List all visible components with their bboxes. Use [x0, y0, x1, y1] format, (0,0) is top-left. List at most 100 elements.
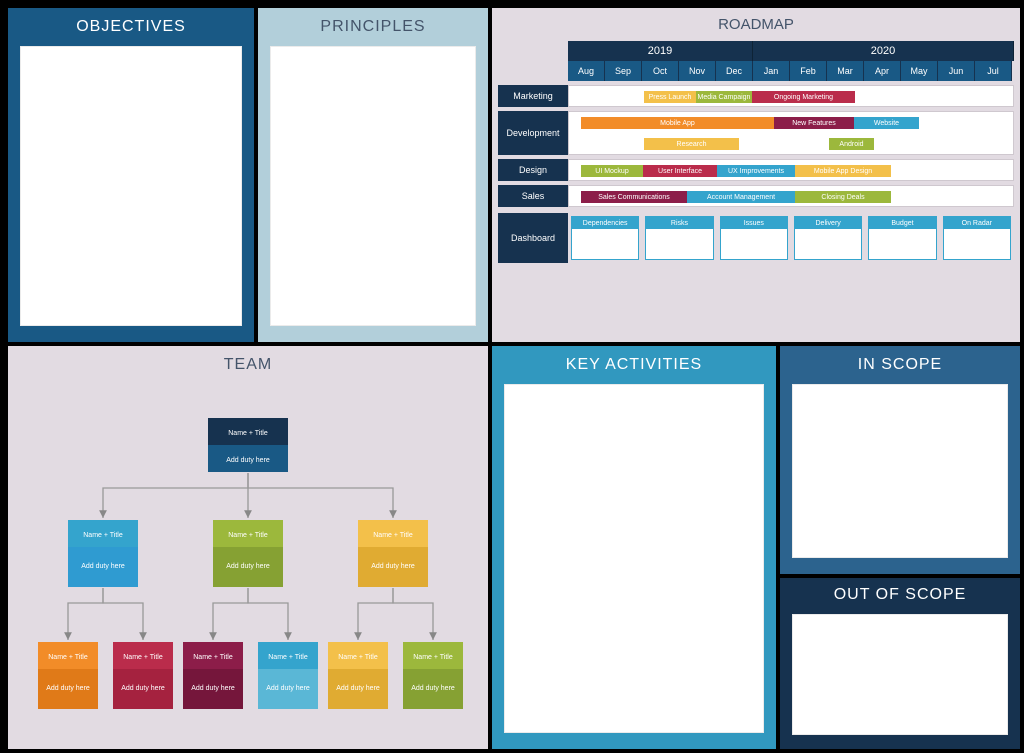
- month-jun: Jun: [938, 61, 975, 81]
- dashboard-card-header: Delivery: [795, 217, 861, 229]
- org-duty: Add duty here: [121, 685, 165, 692]
- org-name: Name + Title: [373, 532, 413, 539]
- org-name: Name + Title: [268, 654, 308, 661]
- month-feb: Feb: [790, 61, 827, 81]
- org-name: Name + Title: [338, 654, 378, 661]
- roadmap-year-row: 2019 2020: [568, 41, 1014, 61]
- org-name: Name + Title: [83, 532, 123, 539]
- roadmap-row-marketing: Marketing Press Launch Media Campaign On…: [498, 85, 1014, 107]
- roadmap-row-label: Development: [498, 111, 568, 155]
- dashboard-card-header: On Radar: [944, 217, 1010, 229]
- month-mar: Mar: [827, 61, 864, 81]
- dashboard-card-header: Dependencies: [572, 217, 638, 229]
- in-scope-title: IN SCOPE: [858, 356, 942, 374]
- roadmap-row-body[interactable]: Press Launch Media Campaign Ongoing Mark…: [568, 85, 1014, 107]
- org-node-l3c[interactable]: Name + Title Add duty here: [183, 642, 243, 709]
- org-name: Name + Title: [228, 532, 268, 539]
- dashboard-card-onradar[interactable]: On Radar: [943, 216, 1011, 260]
- roadmap-row-body[interactable]: Sales Communications Account Management …: [568, 185, 1014, 207]
- principles-card[interactable]: [270, 46, 476, 326]
- bar-ui-mockup[interactable]: UI Mockup: [581, 165, 643, 177]
- objectives-title: OBJECTIVES: [76, 18, 186, 36]
- month-apr: Apr: [864, 61, 901, 81]
- dashboard-card-dependencies[interactable]: Dependencies: [571, 216, 639, 260]
- roadmap-year-2019: 2019: [568, 41, 753, 61]
- out-of-scope-panel: OUT OF SCOPE: [780, 578, 1020, 749]
- key-activities-card[interactable]: [504, 384, 764, 733]
- org-duty: Add duty here: [371, 563, 415, 570]
- roadmap-title: ROADMAP: [498, 16, 1014, 33]
- dashboard-card-delivery[interactable]: Delivery: [794, 216, 862, 260]
- principles-title: PRINCIPLES: [320, 18, 425, 36]
- org-node-l2a[interactable]: Name + Title Add duty here: [68, 520, 138, 587]
- org-name: Name + Title: [413, 654, 453, 661]
- roadmap-row-label: Sales: [498, 185, 568, 207]
- org-node-l3b[interactable]: Name + Title Add duty here: [113, 642, 173, 709]
- org-node-l3e[interactable]: Name + Title Add duty here: [328, 642, 388, 709]
- org-duty: Add duty here: [226, 563, 270, 570]
- org-node-l3a[interactable]: Name + Title Add duty here: [38, 642, 98, 709]
- roadmap-row-design: Design UI Mockup User Interface UX Impro…: [498, 159, 1014, 181]
- bar-ongoing-marketing[interactable]: Ongoing Marketing: [752, 91, 855, 103]
- roadmap-panel: ROADMAP 2019 2020 Aug Sep Oct Nov Dec Ja…: [492, 8, 1020, 342]
- month-nov: Nov: [679, 61, 716, 81]
- month-aug: Aug: [568, 61, 605, 81]
- month-may: May: [901, 61, 938, 81]
- bar-user-interface[interactable]: User Interface: [643, 165, 717, 177]
- bar-press-launch[interactable]: Press Launch: [644, 91, 696, 103]
- bar-android[interactable]: Android: [829, 138, 874, 150]
- org-duty: Add duty here: [46, 685, 90, 692]
- roadmap-row-label: Marketing: [498, 85, 568, 107]
- bar-mobile-app[interactable]: Mobile App: [581, 117, 774, 129]
- bar-sales-communications[interactable]: Sales Communications: [581, 191, 687, 203]
- org-node-l3d[interactable]: Name + Title Add duty here: [258, 642, 318, 709]
- out-of-scope-title: OUT OF SCOPE: [834, 586, 967, 604]
- dashboard-card-budget[interactable]: Budget: [868, 216, 936, 260]
- dashboard-card-risks[interactable]: Risks: [645, 216, 713, 260]
- in-scope-card[interactable]: [792, 384, 1008, 558]
- month-sep: Sep: [605, 61, 642, 81]
- roadmap-row-body[interactable]: Mobile App New Features Website Research…: [568, 111, 1014, 155]
- dashboard-card-header: Risks: [646, 217, 712, 229]
- team-panel: TEAM Name + Title Add duty: [8, 346, 488, 749]
- team-title: TEAM: [8, 346, 488, 378]
- bar-media-campaign[interactable]: Media Campaign: [696, 91, 752, 103]
- principles-panel: PRINCIPLES: [258, 8, 488, 342]
- key-activities-panel: KEY ACTIVITIES: [492, 346, 776, 749]
- objectives-panel: OBJECTIVES: [8, 8, 254, 342]
- org-node-l3f[interactable]: Name + Title Add duty here: [403, 642, 463, 709]
- org-chart[interactable]: Name + Title Add duty here Name + Title …: [13, 378, 483, 748]
- org-name: Name + Title: [123, 654, 163, 661]
- bar-website[interactable]: Website: [854, 117, 919, 129]
- out-of-scope-card[interactable]: [792, 614, 1008, 735]
- org-node-root[interactable]: Name + Title Add duty here: [208, 418, 288, 472]
- org-duty: Add duty here: [191, 685, 235, 692]
- org-node-l2b[interactable]: Name + Title Add duty here: [213, 520, 283, 587]
- bar-mobile-app-design[interactable]: Mobile App Design: [795, 165, 891, 177]
- bar-ux-improvements[interactable]: UX Improvements: [717, 165, 795, 177]
- in-scope-panel: IN SCOPE: [780, 346, 1020, 574]
- roadmap-dashboard-row: Dashboard Dependencies Risks Issues Deli…: [498, 213, 1014, 263]
- org-duty: Add duty here: [266, 685, 310, 692]
- key-activities-title: KEY ACTIVITIES: [566, 356, 702, 374]
- roadmap-row-development: Development Mobile App New Features Webs…: [498, 111, 1014, 155]
- dashboard-card-header: Budget: [869, 217, 935, 229]
- org-duty: Add duty here: [411, 685, 455, 692]
- roadmap-row-body[interactable]: UI Mockup User Interface UX Improvements…: [568, 159, 1014, 181]
- org-name: Name + Title: [228, 430, 268, 437]
- org-name: Name + Title: [48, 654, 88, 661]
- dashboard-card-issues[interactable]: Issues: [720, 216, 788, 260]
- bar-account-management[interactable]: Account Management: [687, 191, 795, 203]
- bar-new-features[interactable]: New Features: [774, 117, 854, 129]
- org-duty: Add duty here: [336, 685, 380, 692]
- org-node-l2c[interactable]: Name + Title Add duty here: [358, 520, 428, 587]
- objectives-card[interactable]: [20, 46, 242, 326]
- roadmap-row-label: Design: [498, 159, 568, 181]
- roadmap-months-row: Aug Sep Oct Nov Dec Jan Feb Mar Apr May …: [568, 61, 1014, 81]
- bar-research[interactable]: Research: [644, 138, 739, 150]
- roadmap-year-2020: 2020: [753, 41, 1014, 61]
- bar-closing-deals[interactable]: Closing Deals: [795, 191, 891, 203]
- org-duty: Add duty here: [226, 457, 270, 464]
- org-name: Name + Title: [193, 654, 233, 661]
- month-oct: Oct: [642, 61, 679, 81]
